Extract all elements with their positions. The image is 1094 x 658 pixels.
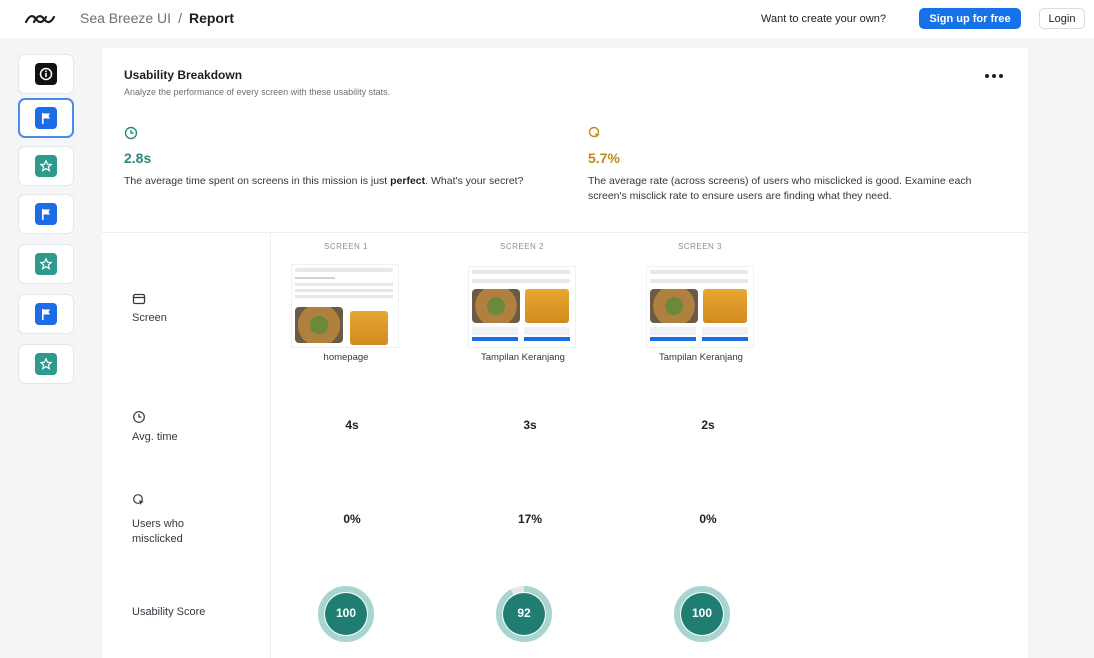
screen-3-header: SCREEN 3 (677, 242, 722, 251)
sign-up-button[interactable]: Sign up for free (919, 8, 1021, 29)
screen-2-score: 92 (484, 586, 564, 642)
avg-time-value: 2.8s (124, 150, 152, 166)
divider (270, 232, 271, 658)
sidebar-item-flag-1[interactable] (18, 98, 74, 138)
login-button[interactable]: Login (1039, 8, 1085, 29)
screen-1-name: homepage (323, 352, 369, 363)
screen-3-misclick: 0% (699, 512, 717, 526)
misclick-description: The average rate (across screens) of use… (588, 175, 972, 202)
star-icon (35, 253, 57, 275)
waves-logo-icon[interactable] (24, 10, 58, 28)
card-subtitle: Analyze the performance of every screen … (124, 87, 391, 97)
breadcrumb: Sea Breeze UI / Report (80, 10, 234, 26)
flag-icon (35, 107, 57, 129)
row-label-usability-score: Usability Score (132, 606, 206, 618)
breadcrumb-current: Report (188, 10, 235, 26)
flag-icon (35, 203, 57, 225)
screen-1-header: SCREEN 1 (323, 242, 368, 251)
sidebar-item-star-3[interactable] (18, 344, 74, 384)
cursor-click-icon (133, 494, 144, 506)
avg-time-description: The average time spent on screens in thi… (124, 175, 524, 187)
flag-icon (35, 303, 57, 325)
star-icon (35, 155, 57, 177)
screen-1-avg-time: 4s (345, 418, 359, 432)
row-label-screen: Screen (132, 312, 167, 324)
screen-1-thumbnail[interactable] (291, 264, 399, 348)
screen-2-misclick: 17% (517, 512, 543, 526)
cursor-click-icon (588, 126, 600, 139)
score-value: 92 (517, 606, 531, 620)
card-title: Usability Breakdown (124, 68, 243, 82)
score-value: 100 (691, 606, 713, 620)
top-bar: Sea Breeze UI / Report Want to create your… (0, 0, 1094, 38)
score-value: 100 (335, 606, 357, 620)
screen-1-misclick: 0% (343, 512, 361, 526)
screen-3-score: 100 (662, 586, 742, 642)
more-options-icon[interactable] (982, 70, 1006, 82)
sidebar-item-flag-3[interactable] (18, 294, 74, 334)
row-label-misclicked: Users who misclicked (132, 518, 184, 545)
screen-icon (132, 293, 146, 305)
clock-icon (124, 126, 138, 140)
sidebar-item-star-1[interactable] (18, 146, 74, 186)
row-label-avg-time: Avg. time (132, 431, 178, 443)
usability-breakdown-card: Usability Breakdown Analyze the performa… (102, 48, 1028, 658)
screen-3-thumbnail[interactable] (646, 266, 754, 348)
screen-2-avg-time: 3s (523, 418, 537, 432)
misclick-value: 5.7% (588, 150, 620, 166)
screen-3-avg-time: 2s (701, 418, 715, 432)
star-icon (35, 353, 57, 375)
misclick-stat: 5.7% The average rate (across screens) o… (588, 126, 988, 232)
breadcrumb-root[interactable]: Sea Breeze UI (80, 10, 171, 26)
sidebar-item-flag-2[interactable] (18, 194, 74, 234)
mission-sidebar (0, 38, 88, 658)
avg-time-stat: 2.8s The average time spent on screens i… (124, 126, 554, 232)
screen-2-header: SCREEN 2 (499, 242, 544, 251)
sidebar-item-info[interactable] (18, 54, 74, 94)
screen-1-score: 100 (306, 586, 386, 642)
screen-2-name: Tampilan Keranjang (481, 352, 565, 363)
clock-icon (133, 411, 145, 423)
divider (102, 232, 1028, 233)
breadcrumb-separator: / (178, 10, 182, 26)
screen-2-thumbnail[interactable] (468, 266, 576, 348)
sidebar-item-star-2[interactable] (18, 244, 74, 284)
create-own-prompt: Want to create your own? (761, 13, 886, 25)
screen-3-name: Tampilan Keranjang (659, 352, 743, 363)
info-icon (35, 63, 57, 85)
